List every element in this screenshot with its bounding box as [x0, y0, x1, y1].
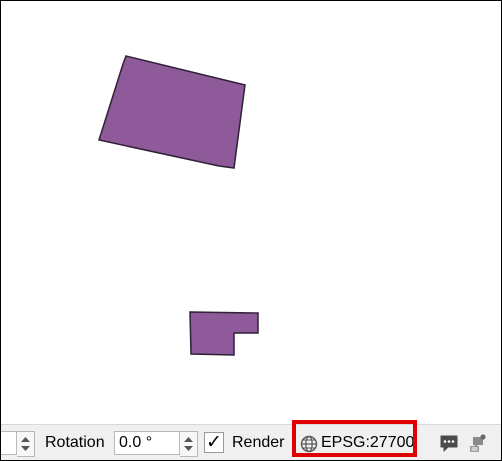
map-canvas[interactable]: [1, 1, 501, 424]
scale-field[interactable]: [1, 431, 17, 455]
map-features: [98, 55, 259, 356]
rotation-stepper[interactable]: [180, 431, 198, 457]
messages-button[interactable]: [439, 433, 459, 453]
qgis-window: Rotation 0.0 ° ✓ Render EPSG:27700: [0, 0, 502, 461]
render-checkbox[interactable]: ✓: [204, 431, 224, 453]
status-bar: Rotation 0.0 ° ✓ Render EPSG:27700: [1, 424, 501, 460]
speech-bubble-icon: [440, 435, 458, 452]
log-messages-icon: [470, 434, 486, 452]
crs-highlight-box: [292, 420, 417, 457]
check-icon: ✓: [206, 431, 222, 453]
polygon-feature-small[interactable]: [189, 311, 259, 356]
rotation-input[interactable]: 0.0 °: [114, 431, 180, 455]
polygon-feature-large[interactable]: [98, 55, 246, 169]
rotation-value: 0.0 °: [119, 434, 153, 451]
render-label: Render: [232, 434, 285, 451]
log-messages-button[interactable]: [467, 432, 489, 454]
rotation-label: Rotation: [45, 434, 105, 451]
scale-stepper[interactable]: [17, 431, 35, 457]
